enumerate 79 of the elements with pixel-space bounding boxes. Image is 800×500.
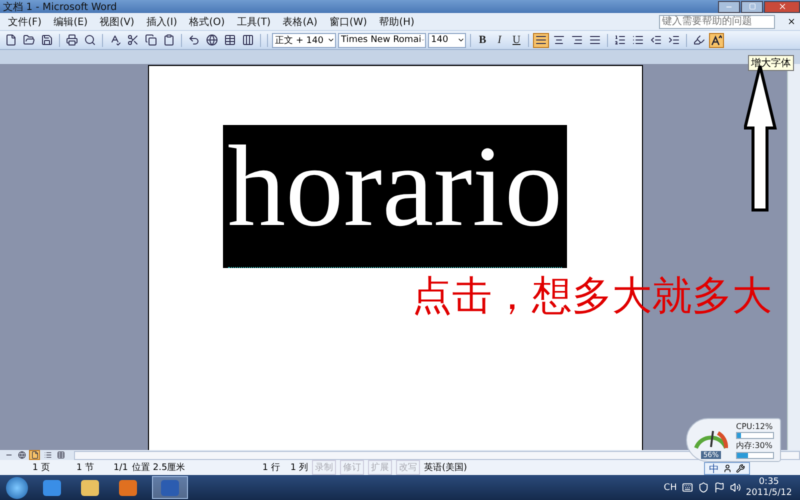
align-icon xyxy=(535,34,547,46)
indent-icon[interactable] xyxy=(668,34,680,46)
underline-button[interactable]: U xyxy=(509,32,524,48)
view-button[interactable] xyxy=(55,450,66,460)
menu-item[interactable]: 编辑(E) xyxy=(54,14,88,28)
browser-icon xyxy=(43,480,61,496)
status-page: 1 页 xyxy=(31,462,50,474)
cut-icon[interactable] xyxy=(127,34,139,46)
highlighter-icon[interactable] xyxy=(693,34,705,46)
shield-icon[interactable] xyxy=(698,482,709,493)
meter-label: CPU:12% xyxy=(736,422,774,430)
align-icon xyxy=(571,34,583,46)
close-icon xyxy=(778,2,786,11)
align-icon xyxy=(553,34,565,46)
maximize-icon xyxy=(748,3,756,10)
align-icon xyxy=(589,34,601,46)
tooltip: 增大字体 xyxy=(748,55,794,71)
new-document-icon[interactable] xyxy=(5,34,17,46)
grow-font-button[interactable] xyxy=(709,32,724,48)
outdent-icon[interactable] xyxy=(650,34,662,46)
italic-button[interactable]: I xyxy=(492,32,507,48)
menu-item[interactable]: 格式(O) xyxy=(189,14,225,28)
close-icon[interactable] xyxy=(787,17,796,26)
menu-item[interactable]: 窗口(W) xyxy=(329,14,368,28)
status-pages: 1/1 xyxy=(112,462,128,472)
view-button[interactable] xyxy=(29,450,40,460)
document-text: horario xyxy=(228,129,562,268)
help-search-field[interactable]: 键入需要帮助的问题 xyxy=(659,14,775,28)
align-button[interactable] xyxy=(533,32,549,48)
paste-icon[interactable] xyxy=(163,34,175,46)
print-icon[interactable] xyxy=(66,34,78,46)
numbered-list-icon[interactable] xyxy=(614,34,626,46)
clock[interactable]: 0:35 2011/5/12 xyxy=(746,476,792,498)
bold-button[interactable]: B xyxy=(475,32,490,48)
font-size-dropdown[interactable]: 140 xyxy=(428,32,466,48)
style-dropdown[interactable]: 正文 + 140 xyxy=(272,32,336,48)
undo-icon[interactable] xyxy=(188,34,200,46)
view-button[interactable] xyxy=(16,450,27,460)
window-title: 文档 1 - Microsoft Word xyxy=(3,0,117,14)
media-player-icon xyxy=(119,480,137,496)
menu-item[interactable]: 视图(V) xyxy=(100,14,134,28)
copy-icon[interactable] xyxy=(145,34,157,46)
grow-font-icon xyxy=(711,34,722,46)
menu-item[interactable]: 文件(F) xyxy=(8,14,42,28)
folder-icon xyxy=(81,480,99,496)
status-line: 1 行 xyxy=(261,462,280,474)
menu-item[interactable]: 工具(T) xyxy=(236,14,271,28)
start-button[interactable] xyxy=(6,476,28,498)
spelling-icon[interactable] xyxy=(109,34,121,46)
web-view-icon xyxy=(18,451,26,459)
font-dropdown[interactable]: Times New Romai xyxy=(338,32,426,48)
status-section: 1 节 xyxy=(54,461,94,474)
user-icon[interactable] xyxy=(723,464,732,473)
save-icon[interactable] xyxy=(41,34,53,46)
input-language[interactable]: CH xyxy=(664,482,677,492)
menu-item[interactable]: 帮助(H) xyxy=(379,14,414,28)
status-position: 位置 2.5厘米 xyxy=(132,462,186,474)
status-language: 英语(美国) xyxy=(424,462,468,474)
open-folder-icon[interactable] xyxy=(23,34,35,46)
status-column: 1 列 xyxy=(284,461,308,474)
close-button[interactable] xyxy=(764,0,800,12)
columns-icon[interactable] xyxy=(242,34,254,46)
table-icon[interactable] xyxy=(224,34,236,46)
hyperlink-icon[interactable] xyxy=(206,34,218,46)
minimize-button[interactable] xyxy=(718,0,740,12)
outline-view-icon xyxy=(44,451,52,459)
maximize-button[interactable] xyxy=(741,0,763,12)
meter-label: 内存:30% xyxy=(736,440,774,450)
ime-mode[interactable]: 中 xyxy=(709,462,719,476)
print-preview-icon[interactable] xyxy=(84,34,96,46)
word-icon xyxy=(161,480,179,496)
reading-view-icon xyxy=(56,451,64,459)
flag-icon[interactable] xyxy=(714,482,725,493)
wrench-icon[interactable] xyxy=(736,464,745,473)
page-view-icon xyxy=(30,451,38,459)
keyboard-icon[interactable] xyxy=(682,482,693,493)
menu-item[interactable]: 插入(I) xyxy=(146,14,178,28)
volume-icon[interactable] xyxy=(730,482,741,493)
menu-item[interactable]: 表格(A) xyxy=(282,14,318,28)
